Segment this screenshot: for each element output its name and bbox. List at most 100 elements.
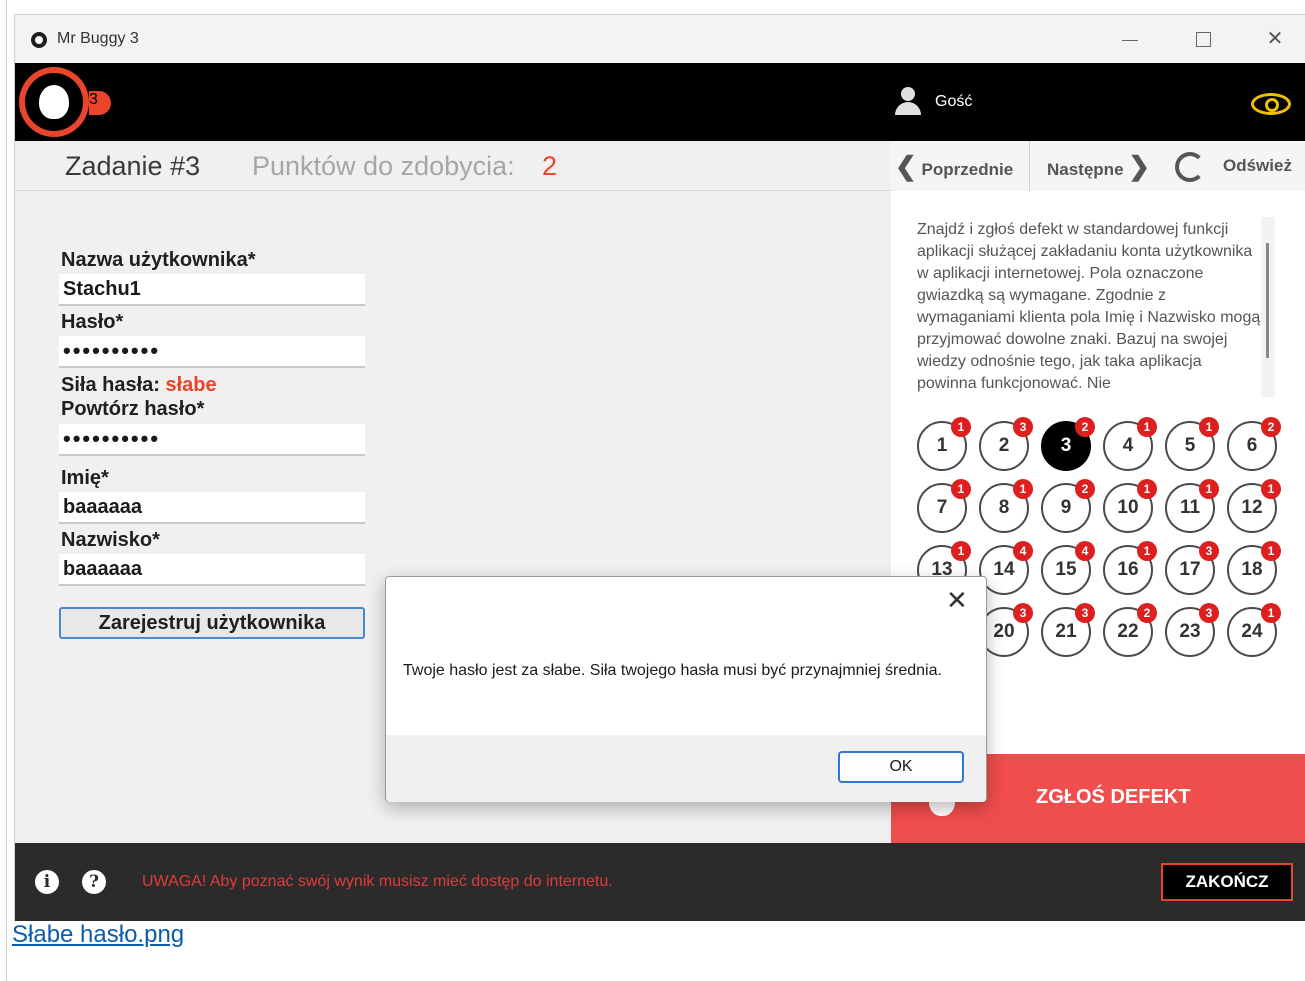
- task-bug-count-badge: 3: [1199, 603, 1219, 623]
- task-bug-count-badge: 2: [1075, 417, 1095, 437]
- internet-warning: UWAGA! Aby poznać swój wynik musisz mieć…: [142, 873, 613, 890]
- app-logo-icon: [31, 32, 47, 48]
- task-description: Znajdź i zgłoś defekt w standardowej fun…: [917, 221, 1261, 392]
- password-strength-value: słabe: [165, 374, 217, 396]
- chevron-right-icon: ❯: [1128, 151, 1151, 181]
- repeat-password-label: Powtórz hasło*: [61, 398, 205, 420]
- next-label: Następne: [1047, 160, 1124, 179]
- close-window-button[interactable]: ✕: [1253, 23, 1297, 55]
- task-1-button[interactable]: 11: [917, 417, 971, 471]
- report-defect-label: ZGŁOŚ DEFEKT: [1036, 786, 1191, 808]
- eye-icon[interactable]: [1251, 93, 1291, 115]
- task-number: 22: [1117, 621, 1139, 642]
- task-bug-count-badge: 2: [1137, 603, 1157, 623]
- task-number: 8: [998, 497, 1010, 518]
- task-bug-count-badge: 4: [1075, 541, 1095, 561]
- password-strength: Siła hasła: słabe: [61, 374, 217, 397]
- firstname-input[interactable]: baaaaaa: [59, 492, 365, 524]
- task-8-button[interactable]: 81: [979, 479, 1033, 533]
- description-scrollbar[interactable]: [1261, 217, 1275, 397]
- task-10-button[interactable]: 10 1: [1103, 479, 1157, 533]
- info-icon[interactable]: i: [35, 870, 59, 894]
- task-bug-count-badge: 3: [1199, 541, 1219, 561]
- task-bug-count-badge: 3: [1013, 603, 1033, 623]
- task-11-button[interactable]: 11 1: [1165, 479, 1219, 533]
- task-bug-count-badge: 1: [951, 479, 971, 499]
- task-bug-count-badge: 1: [1137, 541, 1157, 561]
- task-15-button[interactable]: 15 4: [1041, 541, 1095, 595]
- task-bug-count-badge: 1: [1199, 479, 1219, 499]
- help-icon[interactable]: ?: [82, 870, 106, 894]
- task-bug-count-badge: 3: [1013, 417, 1033, 437]
- task-4-button[interactable]: 41: [1103, 417, 1157, 471]
- app-header: 3 Gość: [15, 63, 1305, 141]
- next-button[interactable]: Następne ❯: [1047, 141, 1150, 191]
- task-18-button[interactable]: 18 1: [1227, 541, 1281, 595]
- repeat-password-input[interactable]: ••••••••••: [59, 424, 365, 456]
- task-23-button[interactable]: 23 3: [1165, 603, 1219, 657]
- task-bug-count-badge: 1: [1137, 417, 1157, 437]
- task-number: 5: [1184, 435, 1196, 456]
- task-21-button[interactable]: 21 3: [1041, 603, 1095, 657]
- task-number: 1: [936, 435, 948, 456]
- task-number: 9: [1060, 497, 1072, 518]
- dialog-close-icon[interactable]: ✕: [946, 587, 968, 613]
- task-bug-count-badge: 4: [1013, 541, 1033, 561]
- task-number: 17: [1179, 559, 1201, 580]
- refresh-icon[interactable]: [1175, 152, 1205, 182]
- task-number: 23: [1179, 621, 1201, 642]
- task-9-button[interactable]: 92: [1041, 479, 1095, 533]
- task-2-button[interactable]: 23: [979, 417, 1033, 471]
- task-12-button[interactable]: 12 1: [1227, 479, 1281, 533]
- page: Mr Buggy 3 ✕ 3 Gość Zadanie #3 Punktów d…: [0, 0, 1305, 981]
- dialog-message: Twoje hasło jest za słabe. Siła twojego …: [403, 662, 942, 679]
- previous-button[interactable]: ❮ Poprzednie: [895, 141, 1013, 191]
- task-bug-count-badge: 1: [1261, 603, 1281, 623]
- end-button[interactable]: ZAKOŃCZ: [1161, 863, 1293, 901]
- task-bug-count-badge: 1: [951, 417, 971, 437]
- user-name[interactable]: Gość: [935, 93, 972, 111]
- task-number: 6: [1246, 435, 1258, 456]
- task-22-button[interactable]: 22 2: [1103, 603, 1157, 657]
- task-3-button[interactable]: 32: [1041, 417, 1095, 471]
- task-bug-count-badge: 3: [1075, 603, 1095, 623]
- task-bug-count-badge: 2: [1261, 417, 1281, 437]
- task-7-button[interactable]: 71: [917, 479, 971, 533]
- chevron-left-icon: ❮: [895, 151, 917, 181]
- task-title: Zadanie #3: [65, 151, 201, 181]
- task-6-button[interactable]: 62: [1227, 417, 1281, 471]
- task-number: 11: [1179, 497, 1201, 518]
- lastname-label: Nazwisko*: [61, 529, 160, 551]
- task-number: 2: [998, 435, 1010, 456]
- password-label: Hasło*: [61, 311, 124, 333]
- task-number: 10: [1117, 497, 1139, 518]
- page-left-rule: [6, 0, 7, 981]
- bug-logo-icon: [19, 67, 89, 137]
- firstname-label: Imię*: [61, 467, 109, 489]
- file-link[interactable]: Słabe hasło.png: [12, 921, 184, 949]
- weak-password-dialog: ✕ Twoje hasło jest za słabe. Siła twojeg…: [385, 576, 987, 802]
- task-number: 12: [1241, 497, 1263, 518]
- task-number: 14: [993, 559, 1015, 580]
- refresh-button[interactable]: Odśwież: [1223, 141, 1292, 191]
- task-16-button[interactable]: 16 1: [1103, 541, 1157, 595]
- ok-button[interactable]: OK: [838, 751, 964, 783]
- task-number: 21: [1055, 621, 1077, 642]
- task-bug-count-badge: 1: [951, 541, 971, 561]
- task-number: 18: [1241, 559, 1263, 580]
- task-24-button[interactable]: 24 1: [1227, 603, 1281, 657]
- register-user-button[interactable]: Zarejestruj użytkownika: [59, 607, 365, 639]
- maximize-button[interactable]: [1181, 23, 1225, 55]
- user-icon: [893, 87, 923, 117]
- username-input[interactable]: Stachu1: [59, 274, 365, 306]
- task-17-button[interactable]: 17 3: [1165, 541, 1219, 595]
- username-label: Nazwa użytkownika*: [61, 249, 256, 271]
- nav-divider: [1029, 141, 1030, 191]
- password-input[interactable]: ••••••••••: [59, 336, 365, 368]
- description-scrollbar-thumb[interactable]: [1266, 243, 1269, 358]
- window-title: Mr Buggy 3: [57, 30, 139, 47]
- task-5-button[interactable]: 51: [1165, 417, 1219, 471]
- minimize-button[interactable]: [1109, 23, 1153, 55]
- task-bug-count-badge: 2: [1075, 479, 1095, 499]
- lastname-input[interactable]: baaaaaa: [59, 554, 365, 586]
